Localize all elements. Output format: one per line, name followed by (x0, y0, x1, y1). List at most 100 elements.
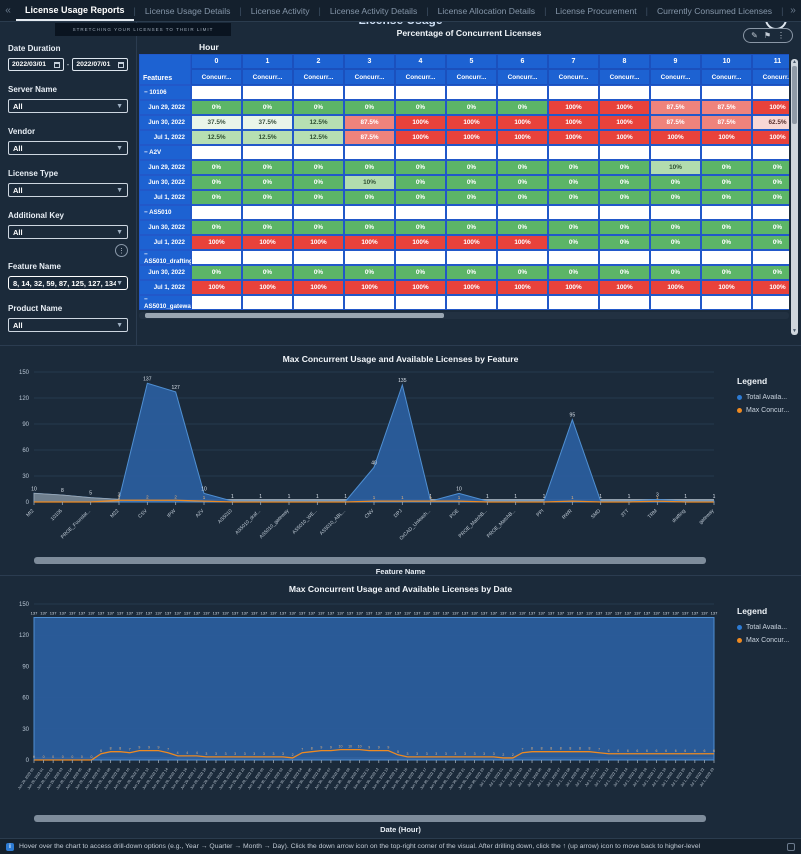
hour-column-header[interactable]: 3 (344, 54, 395, 69)
percentage-cell[interactable]: 0% (446, 265, 497, 280)
percentage-cell[interactable]: 0% (548, 235, 599, 250)
percentage-cell[interactable]: 0% (191, 160, 242, 175)
percentage-cell[interactable]: 0% (191, 100, 242, 115)
filter-dropdown[interactable]: All▼ (8, 183, 128, 197)
percentage-cell[interactable]: 0% (548, 160, 599, 175)
percentage-cell[interactable]: 87.5% (344, 130, 395, 145)
percentage-cell[interactable]: 87.5% (650, 100, 701, 115)
date-row-header[interactable]: Jun 30, 2022 (139, 115, 191, 130)
matrix-vertical-scrollbar[interactable]: ▲ ▼ (791, 59, 798, 335)
date-row-header[interactable]: Jun 30, 2022 (139, 175, 191, 190)
tab-currently-consumed-licenses[interactable]: Currently Consumed Licenses (648, 0, 781, 21)
percentage-cell[interactable]: 0% (752, 265, 789, 280)
percentage-cell[interactable]: 100% (446, 235, 497, 250)
features-column-header[interactable]: Features (139, 54, 191, 85)
percentage-cell[interactable]: 100% (242, 235, 293, 250)
percentage-cell[interactable]: 100% (599, 280, 650, 295)
chart1-scrollbar[interactable] (34, 557, 706, 564)
matrix-horizontal-scrollbar[interactable] (139, 312, 789, 319)
tab-license-allocation-details[interactable]: License Allocation Details (429, 0, 544, 21)
percentage-cell[interactable]: 100% (650, 280, 701, 295)
percentage-cell[interactable]: 0% (293, 160, 344, 175)
concurrency-subheader[interactable]: Concurr... (548, 69, 599, 85)
percentage-cell[interactable]: 0% (701, 160, 752, 175)
percentage-cell[interactable]: 10% (650, 160, 701, 175)
percentage-cell[interactable]: 0% (395, 100, 446, 115)
percentage-cell[interactable]: 100% (446, 130, 497, 145)
percentage-cell[interactable]: 0% (293, 100, 344, 115)
hour-column-header[interactable]: 11 (752, 54, 789, 69)
percentage-cell[interactable]: 12.5% (191, 130, 242, 145)
percentage-cell[interactable]: 0% (650, 190, 701, 205)
percentage-cell[interactable]: 100% (548, 280, 599, 295)
concurrency-subheader[interactable]: Concurr... (752, 69, 789, 85)
chart2-scrollbar[interactable] (34, 815, 706, 822)
percentage-cell[interactable]: 0% (191, 175, 242, 190)
more-options-icon[interactable]: ⋮ (777, 32, 785, 40)
hour-column-header[interactable]: 9 (650, 54, 701, 69)
chart2-plot[interactable]: 0306090120150Jun 29, 2022 00Jun 29, 2022… (8, 594, 801, 815)
percentage-cell[interactable]: 0% (548, 175, 599, 190)
percentage-cell[interactable]: 100% (497, 235, 548, 250)
concurrency-subheader[interactable]: Concurr... (701, 69, 752, 85)
percentage-cell[interactable]: 100% (548, 130, 599, 145)
percentage-cell[interactable]: 100% (752, 130, 789, 145)
percentage-cell[interactable]: 0% (497, 160, 548, 175)
date-row-header[interactable]: Jul 1, 2022 (139, 280, 191, 295)
date-row-header[interactable]: Jun 29, 2022 (139, 100, 191, 115)
percentage-cell[interactable]: 87.5% (650, 115, 701, 130)
legend-item[interactable]: Max Concur... (737, 407, 795, 414)
percentage-cell[interactable]: 100% (446, 280, 497, 295)
edit-icon[interactable]: ✎ (751, 32, 758, 40)
filter-more-options-icon[interactable]: ⋮ (115, 244, 128, 257)
percentage-cell[interactable]: 100% (293, 280, 344, 295)
percentage-cell[interactable]: 0% (395, 175, 446, 190)
percentage-cell[interactable]: 100% (497, 115, 548, 130)
legend-item[interactable]: Max Concur... (737, 637, 795, 644)
concurrency-subheader[interactable]: Concurr... (242, 69, 293, 85)
date-to-input[interactable]: 2022/07/01 (72, 58, 128, 71)
resize-icon[interactable] (787, 843, 795, 851)
hour-column-header[interactable]: 4 (395, 54, 446, 69)
date-row-header[interactable]: Jul 1, 2022 (139, 190, 191, 205)
concurrency-subheader[interactable]: Concurr... (344, 69, 395, 85)
percentage-cell[interactable]: 0% (752, 190, 789, 205)
tab-license-usage-reports[interactable]: License Usage Reports (16, 0, 134, 21)
percentage-cell[interactable]: 12.5% (242, 130, 293, 145)
percentage-cell[interactable]: 0% (650, 265, 701, 280)
concurrency-subheader[interactable]: Concurr... (191, 69, 242, 85)
percentage-cell[interactable]: 0% (599, 175, 650, 190)
percentage-cell[interactable]: 100% (191, 280, 242, 295)
feature-group-row[interactable]: − 10106 (139, 85, 191, 100)
percentage-cell[interactable]: 0% (293, 220, 344, 235)
hour-column-header[interactable]: 8 (599, 54, 650, 69)
date-row-header[interactable]: Jun 30, 2022 (139, 220, 191, 235)
date-row-header[interactable]: Jul 1, 2022 (139, 235, 191, 250)
tabs-scroll-left-icon[interactable]: « (0, 0, 16, 21)
hour-column-header[interactable]: 1 (242, 54, 293, 69)
percentage-cell[interactable]: 100% (497, 130, 548, 145)
percentage-cell[interactable]: 0% (599, 160, 650, 175)
percentage-cell[interactable]: 0% (497, 175, 548, 190)
percentage-cell[interactable]: 0% (752, 160, 789, 175)
percentage-cell[interactable]: 100% (599, 130, 650, 145)
legend-item[interactable]: Total Availa... (737, 624, 795, 631)
filter-dropdown[interactable]: All▼ (8, 99, 128, 113)
percentage-cell[interactable]: 0% (293, 190, 344, 205)
percentage-cell[interactable]: 0% (344, 190, 395, 205)
percentage-cell[interactable]: 0% (752, 175, 789, 190)
percentage-cell[interactable]: 100% (752, 100, 789, 115)
percentage-cell[interactable]: 0% (497, 220, 548, 235)
percentage-cell[interactable]: 100% (599, 100, 650, 115)
tab-license-usage-details[interactable]: License Usage Details (136, 0, 240, 21)
percentage-cell[interactable]: 0% (293, 265, 344, 280)
percentage-cell[interactable]: 0% (344, 100, 395, 115)
percentage-cell[interactable]: 0% (344, 265, 395, 280)
concurrency-subheader[interactable]: Concurr... (395, 69, 446, 85)
percentage-cell[interactable]: 0% (497, 190, 548, 205)
percentage-cell[interactable]: 0% (701, 265, 752, 280)
concurrency-subheader[interactable]: Concurr... (650, 69, 701, 85)
percentage-cell[interactable]: 0% (446, 190, 497, 205)
percentage-cell[interactable]: 0% (701, 220, 752, 235)
percentage-cell[interactable]: 0% (752, 235, 789, 250)
